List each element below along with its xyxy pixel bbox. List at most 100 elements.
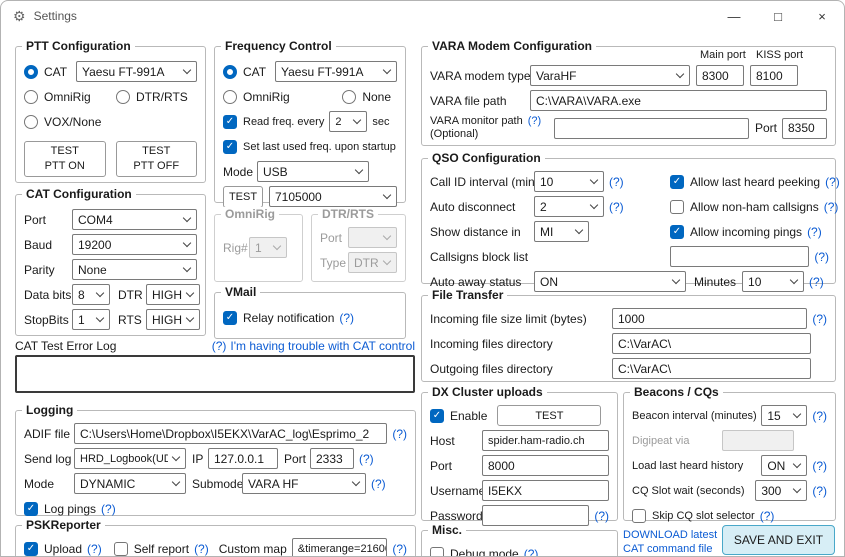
psk-selfreport-help-icon[interactable]: (?) — [194, 542, 209, 556]
auto-away-select[interactable]: ON — [534, 271, 686, 292]
freq-none-radio[interactable] — [342, 89, 357, 104]
cq-wait-help-icon[interactable]: (?) — [812, 484, 827, 498]
set-last-freq-checkbox[interactable]: ✓ — [223, 139, 237, 154]
vara-monitor-input[interactable] — [554, 117, 749, 139]
show-distance-select[interactable]: MI — [534, 221, 589, 242]
sendlog-select[interactable]: HRD_Logbook(UDP) — [74, 448, 186, 469]
allow-nonham-checkbox[interactable] — [670, 199, 684, 214]
away-help-icon[interactable]: (?) — [809, 275, 824, 289]
dx-enable-checkbox[interactable]: ✓ — [430, 408, 444, 423]
cat-trouble-help-icon[interactable]: (?) — [212, 339, 227, 353]
peeking-help-icon[interactable]: (?) — [825, 175, 840, 189]
allow-incoming-pings-checkbox[interactable]: ✓ — [670, 224, 684, 239]
close-button[interactable]: × — [800, 1, 844, 31]
psk-upload-help-icon[interactable]: (?) — [87, 542, 102, 556]
logmode-help-icon[interactable]: (?) — [371, 477, 386, 491]
beacon-interval-select[interactable]: 15 — [761, 405, 808, 426]
filesize-help-icon[interactable]: (?) — [812, 312, 827, 326]
test-ptt-off-button[interactable]: TEST PTT OFF — [115, 141, 197, 177]
relay-notification-checkbox[interactable]: ✓ — [223, 310, 237, 325]
vara-path-input[interactable]: C:\VARA\VARA.exe — [530, 90, 827, 111]
minimize-button[interactable]: — — [712, 1, 756, 31]
freq-cat-radio[interactable] — [223, 64, 237, 79]
cat-dtr-select[interactable]: HIGH — [146, 284, 200, 305]
dx-password-help-icon[interactable]: (?) — [594, 509, 609, 523]
debug-help-icon[interactable]: (?) — [524, 547, 539, 557]
dx-username-input[interactable]: I5EKX — [482, 480, 609, 501]
incoming-dir-input[interactable]: C:\VarAC\ — [612, 333, 811, 354]
submode-label: Submode — [192, 476, 244, 491]
read-freq-interval-select[interactable]: 2 — [329, 111, 368, 132]
cq-wait-select[interactable]: 300 — [755, 480, 808, 501]
cat-parity-select[interactable]: None — [72, 259, 197, 280]
outgoing-dir-input[interactable]: C:\VarAC\ — [612, 358, 811, 379]
logpings-help-icon[interactable]: (?) — [101, 502, 116, 516]
submode-select[interactable]: VARA HF — [242, 473, 366, 494]
log-mode-select[interactable]: DYNAMIC — [74, 473, 186, 494]
ptt-rig-select[interactable]: Yaesu FT-991A — [76, 61, 197, 82]
freq-omnirig-radio[interactable] — [223, 89, 237, 104]
file-size-limit-input[interactable]: 1000 — [612, 308, 808, 329]
dx-host-input[interactable]: spider.ham-radio.ch — [482, 430, 609, 451]
cat-error-log-box[interactable] — [15, 355, 415, 393]
dx-password-input[interactable] — [482, 505, 590, 526]
cat-databits-select[interactable]: 8 — [72, 284, 110, 305]
pings-help-icon[interactable]: (?) — [807, 225, 822, 239]
read-freq-checkbox[interactable]: ✓ — [223, 114, 237, 129]
ptt-vox-radio[interactable] — [24, 114, 38, 129]
blocklist-input[interactable] — [670, 246, 810, 267]
autodisc-help-icon[interactable]: (?) — [609, 200, 624, 214]
cat-stopbits-select[interactable]: 1 — [72, 309, 110, 330]
cat-port-select[interactable]: COM4 — [72, 209, 197, 230]
psk-upload-checkbox[interactable]: ✓ — [24, 541, 38, 556]
adif-file-input[interactable]: C:\Users\Home\Dropbox\I5EKX\VarAC_log\Es… — [74, 423, 388, 444]
away-minutes-select[interactable]: 10 — [742, 271, 805, 292]
vara-type-select[interactable]: VaraHF — [530, 65, 690, 86]
kiss-port-input[interactable]: 8100 — [750, 65, 798, 86]
test-ptt-on-button[interactable]: TEST PTT ON — [24, 141, 106, 177]
allow-last-heard-peeking-checkbox[interactable]: ✓ — [670, 174, 684, 189]
heard-history-help-icon[interactable]: (?) — [812, 459, 827, 473]
freq-mode-select[interactable]: USB — [257, 161, 369, 182]
maximize-button[interactable]: □ — [756, 1, 800, 31]
freq-rig-select[interactable]: Yaesu FT-991A — [275, 61, 397, 82]
freq-test-button[interactable]: TEST — [223, 185, 263, 208]
log-pings-checkbox[interactable]: ✓ — [24, 501, 38, 516]
auto-disconnect-select[interactable]: 2 — [534, 196, 604, 217]
vara-monitor-port-input[interactable]: 8350 — [782, 117, 827, 139]
vara-monitor-help-icon[interactable]: (?) — [528, 115, 541, 127]
beacon-interval-help-icon[interactable]: (?) — [812, 409, 827, 423]
ptt-cat-radio[interactable] — [24, 64, 38, 79]
dx-port-input[interactable]: 8000 — [482, 455, 609, 476]
download-cat-file-link[interactable]: DOWNLOAD latest CAT command file — [623, 528, 717, 556]
allow-incoming-pings-label: Allow incoming pings — [690, 224, 803, 239]
ptt-dtrrts-radio[interactable] — [116, 89, 130, 104]
save-and-exit-button[interactable]: SAVE AND EXIT — [722, 525, 835, 555]
skip-cq-help-icon[interactable]: (?) — [760, 509, 775, 523]
main-port-input[interactable]: 8300 — [696, 65, 744, 86]
skip-cq-checkbox[interactable] — [632, 508, 646, 523]
custom-map-input[interactable]: &timerange=21600&s — [291, 538, 388, 556]
relay-help-icon[interactable]: (?) — [339, 311, 354, 325]
adif-help-icon[interactable]: (?) — [392, 427, 407, 441]
custommap-help-icon[interactable]: (?) — [392, 542, 407, 556]
vara-path-row: VARA file path C:\VARA\VARA.exe — [430, 90, 827, 111]
heard-history-select[interactable]: ON — [761, 455, 808, 476]
debug-mode-checkbox[interactable] — [430, 546, 444, 556]
ptt-omnirig-radio[interactable] — [24, 89, 38, 104]
dx-test-button[interactable]: TEST — [497, 405, 602, 426]
ip-input[interactable]: 127.0.0.1 — [208, 448, 278, 469]
log-port-input[interactable]: 2333 — [310, 448, 354, 469]
cat-baud-select[interactable]: 19200 — [72, 234, 197, 255]
blocklist-help-icon[interactable]: (?) — [814, 250, 829, 264]
cat-trouble-link[interactable]: I'm having trouble with CAT control — [230, 339, 415, 353]
callid-interval-select[interactable]: 10 — [534, 171, 604, 192]
sendlog-help-icon[interactable]: (?) — [359, 452, 374, 466]
cat-rts-select[interactable]: HIGH — [146, 309, 200, 330]
heard-history-value: ON — [767, 458, 786, 473]
qso-autodisc-row: Auto disconnect 2 (?) Allow non-ham call… — [430, 196, 838, 217]
nonham-help-icon[interactable]: (?) — [824, 200, 839, 214]
callid-help-icon[interactable]: (?) — [609, 175, 624, 189]
frequency-select[interactable]: 7105000 — [269, 186, 397, 207]
psk-selfreport-checkbox[interactable] — [113, 541, 128, 556]
